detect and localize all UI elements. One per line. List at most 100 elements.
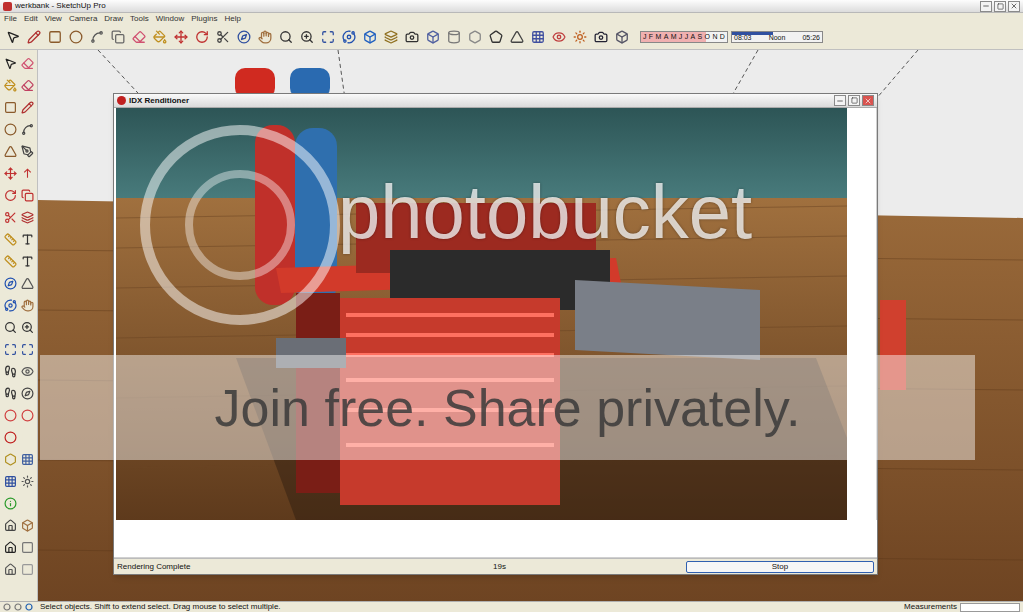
tool-button[interactable] <box>193 28 211 46</box>
measurements-field[interactable] <box>960 603 1020 612</box>
tool-button[interactable] <box>151 28 169 46</box>
time-slider[interactable]: 08:03Noon05:26 <box>731 31 823 43</box>
tool-button[interactable] <box>214 28 232 46</box>
tool-button[interactable] <box>1 296 19 314</box>
tool-button[interactable] <box>109 28 127 46</box>
tool-button[interactable] <box>19 274 37 292</box>
tool-button[interactable] <box>277 28 295 46</box>
tool-button[interactable] <box>298 28 316 46</box>
tool-button[interactable] <box>361 28 379 46</box>
tool-button[interactable] <box>1 164 19 182</box>
menu-item[interactable]: Draw <box>104 14 123 24</box>
tool-button[interactable] <box>1 428 19 446</box>
tool-button[interactable] <box>130 28 148 46</box>
tool-button[interactable] <box>1 340 19 358</box>
tool-button[interactable] <box>1 472 19 490</box>
tool-button[interactable] <box>19 450 37 468</box>
maximize-button[interactable] <box>994 1 1006 12</box>
tool-button[interactable] <box>46 28 64 46</box>
tool-button[interactable] <box>19 318 37 336</box>
tool-button[interactable] <box>19 120 37 138</box>
menu-item[interactable]: Camera <box>69 14 97 24</box>
tool-button[interactable] <box>19 142 37 160</box>
tool-button[interactable] <box>529 28 547 46</box>
tool-button[interactable] <box>19 76 37 94</box>
tool-button[interactable] <box>1 450 19 468</box>
tool-button[interactable] <box>235 28 253 46</box>
menu-item[interactable]: View <box>45 14 62 24</box>
tool-button[interactable] <box>19 516 37 534</box>
month-slider[interactable]: JFMAMJJASOND <box>640 31 728 43</box>
tool-button[interactable] <box>403 28 421 46</box>
tool-button[interactable] <box>19 428 37 446</box>
tool-button[interactable] <box>613 28 631 46</box>
tool-button[interactable] <box>172 28 190 46</box>
tool-button[interactable] <box>19 472 37 490</box>
tool-button[interactable] <box>1 516 19 534</box>
minimize-button[interactable] <box>834 95 846 106</box>
status-circle-icon[interactable] <box>3 603 11 611</box>
tool-button[interactable] <box>19 208 37 226</box>
tool-button[interactable] <box>1 230 19 248</box>
tool-button[interactable] <box>466 28 484 46</box>
tool-button[interactable] <box>550 28 568 46</box>
tool-button[interactable] <box>1 54 19 72</box>
tool-button[interactable] <box>19 186 37 204</box>
maximize-button[interactable] <box>848 95 860 106</box>
viewport[interactable]: IDX RenditionerRendering Complete19sStop <box>38 50 1023 601</box>
tool-button[interactable] <box>19 54 37 72</box>
tool-button[interactable] <box>1 362 19 380</box>
tool-button[interactable] <box>67 28 85 46</box>
status-circle-icon[interactable] <box>25 603 33 611</box>
close-button[interactable] <box>1008 1 1020 12</box>
tool-button[interactable] <box>1 76 19 94</box>
tool-button[interactable] <box>19 98 37 116</box>
tool-button[interactable] <box>19 560 37 578</box>
tool-button[interactable] <box>319 28 337 46</box>
tool-button[interactable] <box>487 28 505 46</box>
close-button[interactable] <box>862 95 874 106</box>
tool-button[interactable] <box>19 384 37 402</box>
tool-button[interactable] <box>256 28 274 46</box>
tool-button[interactable] <box>340 28 358 46</box>
tool-button[interactable] <box>19 340 37 358</box>
tool-button[interactable] <box>1 560 19 578</box>
tool-button[interactable] <box>19 494 37 512</box>
tool-button[interactable] <box>19 230 37 248</box>
tool-button[interactable] <box>382 28 400 46</box>
menu-item[interactable]: Edit <box>24 14 38 24</box>
menu-item[interactable]: Help <box>224 14 240 24</box>
tool-button[interactable] <box>592 28 610 46</box>
tool-button[interactable] <box>508 28 526 46</box>
tool-button[interactable] <box>424 28 442 46</box>
menu-item[interactable]: Window <box>156 14 184 24</box>
tool-button[interactable] <box>1 384 19 402</box>
tool-button[interactable] <box>1 538 19 556</box>
tool-button[interactable] <box>1 186 19 204</box>
menu-item[interactable]: File <box>4 14 17 24</box>
tool-button[interactable] <box>19 252 37 270</box>
tool-button[interactable] <box>19 538 37 556</box>
tool-button[interactable] <box>1 142 19 160</box>
tool-button[interactable] <box>19 406 37 424</box>
tool-button[interactable] <box>1 98 19 116</box>
tool-button[interactable] <box>1 406 19 424</box>
tool-button[interactable] <box>19 164 37 182</box>
tool-button[interactable] <box>1 318 19 336</box>
tool-button[interactable] <box>1 208 19 226</box>
tool-button[interactable] <box>1 120 19 138</box>
tool-button[interactable] <box>19 296 37 314</box>
tool-button[interactable] <box>1 274 19 292</box>
tool-button[interactable] <box>4 28 22 46</box>
status-circle-icon[interactable] <box>14 603 22 611</box>
stop-button[interactable]: Stop <box>686 561 874 573</box>
tool-button[interactable] <box>88 28 106 46</box>
tool-button[interactable] <box>1 252 19 270</box>
menu-item[interactable]: Plugins <box>191 14 217 24</box>
menu-item[interactable]: Tools <box>130 14 149 24</box>
tool-button[interactable] <box>19 362 37 380</box>
tool-button[interactable] <box>571 28 589 46</box>
tool-button[interactable] <box>25 28 43 46</box>
tool-button[interactable] <box>445 28 463 46</box>
minimize-button[interactable] <box>980 1 992 12</box>
